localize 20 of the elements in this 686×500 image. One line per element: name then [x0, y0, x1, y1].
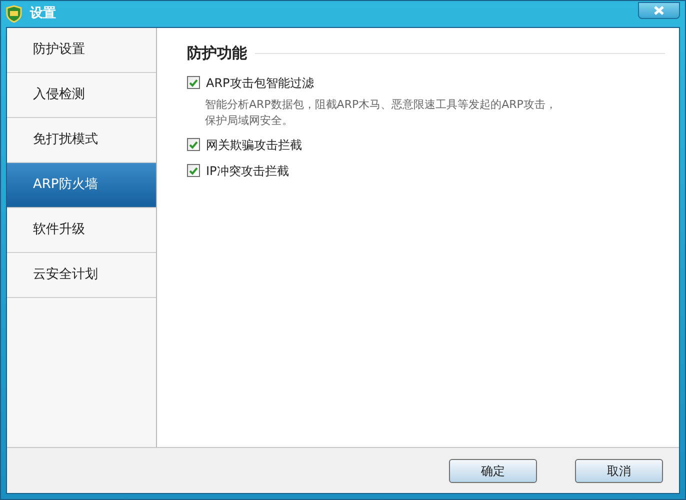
sidebar-item[interactable]: 防护设置: [7, 28, 156, 73]
window-title: 设置: [30, 5, 56, 24]
dialog-button[interactable]: 确定: [449, 458, 537, 482]
option-label: 网关欺骗攻击拦截: [206, 136, 302, 154]
option-label: ARP攻击包智能过滤: [206, 74, 314, 92]
checkbox[interactable]: [187, 76, 200, 89]
shield-icon: [6, 5, 22, 23]
checkbox[interactable]: [187, 138, 200, 151]
sidebar-item[interactable]: 云安全计划: [7, 253, 156, 298]
option-description: 智能分析ARP数据包，阻截ARP木马、恶意限速工具等发起的ARP攻击，: [205, 96, 556, 112]
checkbox[interactable]: [187, 164, 200, 177]
close-icon: [654, 6, 664, 14]
section-title: 防护功能: [187, 43, 247, 64]
close-button[interactable]: [638, 2, 680, 18]
sidebar-item[interactable]: 入侵检测: [7, 73, 156, 118]
option-description: 保护局域网安全。: [205, 112, 293, 128]
sidebar-item[interactable]: 软件升级: [7, 208, 156, 253]
dialog-button[interactable]: 取消: [575, 458, 663, 482]
option-label: IP冲突攻击拦截: [206, 162, 289, 180]
sidebar-item[interactable]: ARP防火墙: [7, 163, 156, 208]
